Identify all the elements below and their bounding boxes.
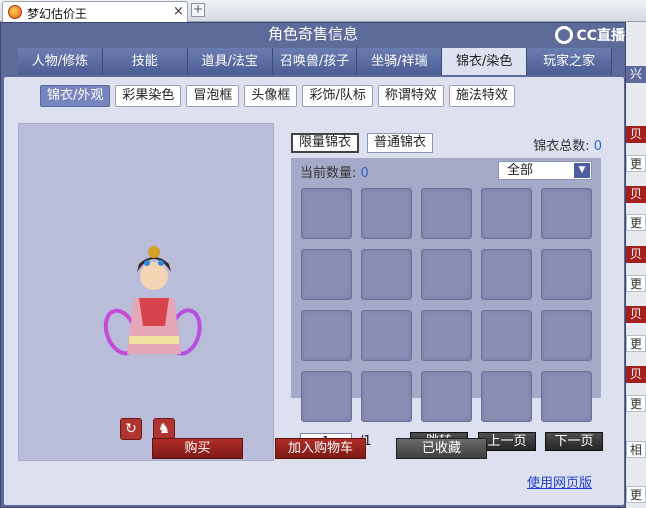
outfit-total: 锦衣总数: 0 (533, 135, 602, 154)
browser-tab-strip: 梦幻估价王 × + (0, 0, 646, 22)
outfit-slot[interactable] (421, 310, 472, 361)
watermark-text: CC直播 (576, 28, 625, 44)
filter-select[interactable]: 全部 ▼ (498, 161, 592, 180)
tab-summons[interactable]: 召唤兽/孩子 (272, 48, 358, 75)
rotate-icon: ↻ (125, 421, 137, 437)
browser-tab[interactable]: 梦幻估价王 × (2, 1, 188, 22)
side-fragment[interactable]: 更 (626, 275, 646, 292)
action-icon: ♞ (157, 421, 171, 437)
outfit-slot[interactable] (421, 249, 472, 300)
outfit-slot[interactable] (361, 310, 412, 361)
side-fragment[interactable]: 更 (626, 486, 646, 503)
rotate-button[interactable]: ↻ (120, 418, 142, 440)
next-page-button[interactable]: 下一页 (545, 432, 603, 451)
current-count-value: 0 (360, 166, 369, 181)
chevron-down-icon[interactable]: ▼ (574, 163, 590, 178)
side-fragment[interactable]: 更 (626, 395, 646, 412)
outfit-total-label: 锦衣总数: (533, 139, 590, 154)
wardrobe-grid-panel: 限量锦衣 普通锦衣 锦衣总数: 0 当前数量: 0 全部 ▼ 上一页 下一页 (283, 123, 608, 461)
side-fragment[interactable]: 贝 (626, 246, 646, 263)
outfit-slot[interactable] (481, 371, 532, 422)
character-preview: ↻ ♞ (18, 123, 274, 461)
outfit-total-value: 0 (593, 139, 602, 154)
subtab-title-effect[interactable]: 称谓特效 (377, 85, 444, 107)
outfit-slot[interactable] (361, 249, 412, 300)
tab-character[interactable]: 人物/修炼 (18, 48, 103, 75)
outfit-slot[interactable] (301, 310, 352, 361)
use-web-version-link[interactable]: 使用网页版 (527, 472, 592, 491)
outfit-slot[interactable] (481, 249, 532, 300)
side-fragment[interactable]: 贝 (626, 366, 646, 383)
role-sale-window: 角色奇售信息 CC直播 人物/修炼 技能 道具/法宝 召唤兽/孩子 坐骑/祥瑞 … (0, 22, 626, 508)
browser-tab-title: 梦幻估价王 (27, 7, 88, 21)
side-fragment[interactable]: 更 (626, 214, 646, 231)
outfit-slots (301, 188, 592, 422)
subtab-cast-effect[interactable]: 施法特效 (448, 85, 515, 107)
side-fragment: 兴 (626, 66, 646, 83)
tab-skills[interactable]: 技能 (102, 48, 188, 75)
tab-wardrobe[interactable]: 锦衣/染色 (442, 48, 528, 75)
side-fragment[interactable]: 更 (626, 155, 646, 172)
side-fragment[interactable]: 相 (626, 441, 646, 458)
main-tabs: 人物/修炼 技能 道具/法宝 召唤兽/孩子 坐骑/祥瑞 锦衣/染色 玩家之家 (18, 48, 613, 75)
outfit-slot[interactable] (301, 371, 352, 422)
side-fragment[interactable]: 贝 (626, 126, 646, 143)
outfit-grid-area: 当前数量: 0 全部 ▼ (291, 158, 601, 422)
outfit-slot[interactable] (361, 371, 412, 422)
side-fragment[interactable]: 更 (626, 335, 646, 352)
outfit-slot[interactable] (301, 188, 352, 239)
subtab-dye[interactable]: 彩果染色 (115, 85, 182, 107)
favorited-button[interactable]: 已收藏 (396, 438, 487, 459)
outfit-slot[interactable] (361, 188, 412, 239)
outfit-slot[interactable] (301, 249, 352, 300)
subtab-outfit[interactable]: 锦衣/外观 (40, 85, 111, 107)
tab-mounts[interactable]: 坐骑/祥瑞 (357, 48, 443, 75)
outfit-slot[interactable] (541, 310, 592, 361)
cc-ring-icon (555, 26, 574, 44)
normal-outfit-button[interactable]: 普通锦衣 (367, 133, 434, 153)
subtab-team-badge[interactable]: 彩饰/队标 (302, 85, 373, 107)
action-button[interactable]: ♞ (153, 418, 175, 440)
right-side-page: 兴 贝 更 贝 更 贝 更 贝 更 贝 更 相 更 (626, 22, 646, 508)
close-tab-icon[interactable]: × (173, 4, 184, 19)
subtab-bubble[interactable]: 冒泡框 (186, 85, 240, 107)
side-fragment[interactable]: 贝 (626, 306, 646, 323)
outfit-slot[interactable] (541, 188, 592, 239)
outfit-slot[interactable] (541, 249, 592, 300)
current-count-label: 当前数量: (300, 166, 357, 181)
outfit-slot[interactable] (421, 188, 472, 239)
filter-select-value: 全部 (507, 163, 534, 178)
subtab-avatar-frame[interactable]: 头像框 (244, 85, 298, 107)
buy-button[interactable]: 购买 (152, 438, 243, 459)
cc-live-watermark: CC直播 (555, 24, 625, 46)
limited-outfit-button[interactable]: 限量锦衣 (291, 133, 360, 153)
new-tab-button[interactable]: + (191, 3, 205, 17)
tab-items[interactable]: 道具/法宝 (187, 48, 273, 75)
tab-home[interactable]: 玩家之家 (527, 48, 613, 75)
side-fragment[interactable]: 贝 (626, 186, 646, 203)
sub-tabs: 锦衣/外观 彩果染色 冒泡框 头像框 彩饰/队标 称谓特效 施法特效 (40, 85, 520, 107)
outfit-slot[interactable] (481, 310, 532, 361)
outfit-slot[interactable] (421, 371, 472, 422)
add-to-cart-button[interactable]: 加入购物车 (275, 438, 366, 459)
app-logo-icon (8, 5, 22, 19)
window-title: 角色奇售信息 (267, 25, 358, 43)
outfit-slot[interactable] (541, 371, 592, 422)
character-model (103, 246, 202, 356)
current-count: 当前数量: 0 (300, 162, 369, 181)
outfit-slot[interactable] (481, 188, 532, 239)
